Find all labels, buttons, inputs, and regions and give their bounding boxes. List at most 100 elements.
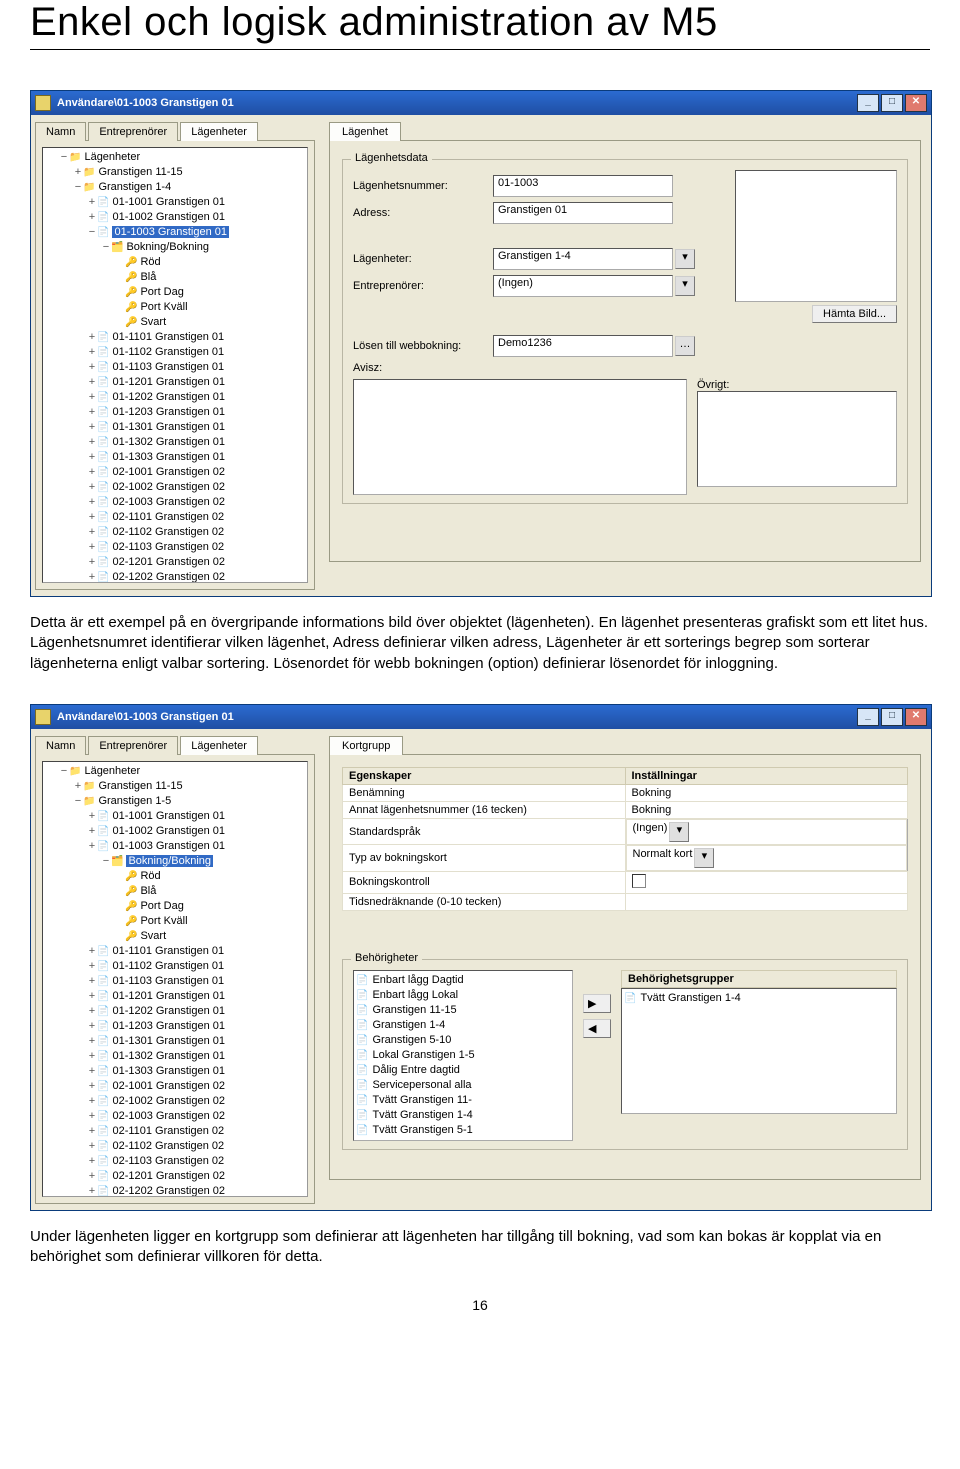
tree-item[interactable]: +02-1102 Granstigen 02 (87, 525, 305, 540)
list-item[interactable]: Granstigen 1-4 (356, 1018, 570, 1033)
tab-lagenheter[interactable]: Lägenheter (180, 122, 258, 141)
tree-key[interactable]: Blå (115, 270, 305, 285)
tree-key[interactable]: Port Kväll (115, 914, 305, 929)
chevron-down-icon[interactable]: ▾ (694, 848, 714, 868)
tree-item-selected[interactable]: 01-1003 Granstigen 01 (112, 226, 229, 238)
table-row[interactable]: Typ av bokningskortNormalt kort▾ (343, 845, 908, 872)
tree-item[interactable]: +01-1201 Granstigen 01 (87, 375, 305, 390)
list-item[interactable]: Enbart lågg Lokal (356, 988, 570, 1003)
tree-item[interactable]: +01-1001 Granstigen 01 (87, 809, 305, 824)
tree-key[interactable]: Svart (115, 929, 305, 944)
tree-item[interactable]: +01-1302 Granstigen 01 (87, 435, 305, 450)
tree-item[interactable]: +02-1003 Granstigen 02 (87, 1109, 305, 1124)
list-item[interactable]: Dålig Entre dagtid (356, 1063, 570, 1078)
maximize-button[interactable]: □ (881, 94, 903, 112)
tree-item[interactable]: +01-1202 Granstigen 01 (87, 390, 305, 405)
list-item[interactable]: Granstigen 5-10 (356, 1033, 570, 1048)
tree-key[interactable]: Röd (115, 869, 305, 884)
chevron-down-icon[interactable]: ▾ (675, 276, 695, 296)
maximize-button[interactable]: □ (881, 708, 903, 726)
tree-item[interactable]: +01-1202 Granstigen 01 (87, 1004, 305, 1019)
property-table[interactable]: Egenskaper Inställningar BenämningBoknin… (342, 767, 908, 911)
tree-item[interactable]: +01-1303 Granstigen 01 (87, 450, 305, 465)
table-row[interactable]: BenämningBokning (343, 784, 908, 801)
input-adress[interactable]: Granstigen 01 (493, 202, 673, 224)
tree-item[interactable]: +02-1003 Granstigen 02 (87, 495, 305, 510)
textarea-avisz[interactable] (353, 379, 687, 495)
tree-root[interactable]: Lägenheter (84, 151, 140, 163)
tree-kortgrupp[interactable]: Bokning/Bokning (126, 241, 209, 253)
list-available[interactable]: Enbart lågg DagtidEnbart lågg LokalGrans… (353, 970, 573, 1141)
tree-view[interactable]: −Lägenheter +Granstigen 11-15 −Granstige… (42, 147, 308, 583)
tree-item[interactable]: +01-1102 Granstigen 01 (87, 959, 305, 974)
select-lagenheter[interactable]: Granstigen 1-4 (493, 248, 673, 270)
titlebar[interactable]: Användare\01-1003 Granstigen 01 _ □ ✕ (31, 91, 931, 115)
tree-item[interactable]: +01-1203 Granstigen 01 (87, 1019, 305, 1034)
fetch-image-button[interactable]: Hämta Bild... (812, 305, 897, 323)
tab-lagenhet[interactable]: Lägenhet (329, 122, 401, 141)
list-item[interactable]: Tvätt Granstigen 1-4 (356, 1108, 570, 1123)
tab-entreprenorer[interactable]: Entreprenörer (88, 122, 178, 141)
tree-item[interactable]: +01-1101 Granstigen 01 (87, 944, 305, 959)
tree-view[interactable]: −Lägenheter +Granstigen 11-15 −Granstige… (42, 761, 308, 1197)
select-entre[interactable]: (Ingen) (493, 275, 673, 297)
tree-branch[interactable]: Granstigen 1-5 (98, 795, 171, 807)
tree-item[interactable]: +02-1103 Granstigen 02 (87, 540, 305, 555)
table-row[interactable]: Annat lägenhetsnummer (16 tecken)Bokning (343, 801, 908, 818)
tree-item[interactable]: +01-1001 Granstigen 01 (87, 195, 305, 210)
list-item[interactable]: Tvätt Granstigen 5-1 (356, 1123, 570, 1138)
close-button[interactable]: ✕ (905, 94, 927, 112)
tab-entreprenorer[interactable]: Entreprenörer (88, 736, 178, 755)
tree-key[interactable]: Röd (115, 255, 305, 270)
minimize-button[interactable]: _ (857, 94, 879, 112)
chevron-down-icon[interactable]: ▾ (669, 822, 689, 842)
tree-item[interactable]: +02-1002 Granstigen 02 (87, 480, 305, 495)
tree-item[interactable]: +02-1001 Granstigen 02 (87, 465, 305, 480)
tree-item[interactable]: +01-1303 Granstigen 01 (87, 1064, 305, 1079)
tree-item[interactable]: +01-1002 Granstigen 01 (87, 210, 305, 225)
tab-lagenheter[interactable]: Lägenheter (180, 736, 258, 755)
tree-item[interactable]: +02-1202 Granstigen 02 (87, 1184, 305, 1197)
checkbox[interactable] (632, 874, 646, 888)
tree-item[interactable]: +01-1203 Granstigen 01 (87, 405, 305, 420)
input-lghnr[interactable]: 01-1003 (493, 175, 673, 197)
list-item[interactable]: Tvätt Granstigen 11- (356, 1093, 570, 1108)
tree-root[interactable]: Lägenheter (84, 765, 140, 777)
list-item[interactable]: Lokal Granstigen 1-5 (356, 1048, 570, 1063)
tree-item[interactable]: +01-1301 Granstigen 01 (87, 1034, 305, 1049)
list-selected[interactable]: Tvätt Granstigen 1-4 (621, 988, 897, 1114)
tree-item[interactable]: +01-1103 Granstigen 01 (87, 974, 305, 989)
table-row[interactable]: Tidsnedräknande (0-10 tecken) (343, 893, 908, 910)
tree-item[interactable]: +01-1103 Granstigen 01 (87, 360, 305, 375)
tree-item[interactable]: +02-1201 Granstigen 02 (87, 555, 305, 570)
list-item[interactable]: Tvätt Granstigen 1-4 (624, 991, 894, 1006)
tree-item[interactable]: +01-1102 Granstigen 01 (87, 345, 305, 360)
tree-item[interactable]: +01-1301 Granstigen 01 (87, 420, 305, 435)
tree-key[interactable]: Port Dag (115, 285, 305, 300)
tree-item[interactable]: +01-1201 Granstigen 01 (87, 989, 305, 1004)
tree-key[interactable]: Port Dag (115, 899, 305, 914)
close-button[interactable]: ✕ (905, 708, 927, 726)
tab-namn[interactable]: Namn (35, 122, 86, 141)
tree-item[interactable]: +01-1302 Granstigen 01 (87, 1049, 305, 1064)
tree-branch[interactable]: Granstigen 11-15 (98, 780, 182, 792)
tree-item-selected[interactable]: Bokning/Bokning (126, 855, 213, 867)
tree-key[interactable]: Svart (115, 315, 305, 330)
tree-branch[interactable]: Granstigen 1-4 (98, 181, 171, 193)
textarea-ovrigt[interactable] (697, 391, 897, 487)
titlebar[interactable]: Användare\01-1003 Granstigen 01 _ □ ✕ (31, 705, 931, 729)
tree-item[interactable]: +01-1101 Granstigen 01 (87, 330, 305, 345)
lookup-icon[interactable]: … (675, 336, 695, 356)
chevron-down-icon[interactable]: ▾ (675, 249, 695, 269)
remove-button[interactable]: ◀ (583, 1019, 611, 1038)
tree-item[interactable]: +02-1102 Granstigen 02 (87, 1139, 305, 1154)
tree-item[interactable]: +01-1003 Granstigen 01 (87, 839, 305, 854)
tree-key[interactable]: Blå (115, 884, 305, 899)
tree-item[interactable]: +02-1002 Granstigen 02 (87, 1094, 305, 1109)
tab-kortgrupp[interactable]: Kortgrupp (329, 736, 403, 755)
tree-key[interactable]: Port Kväll (115, 300, 305, 315)
tree-item[interactable]: +02-1101 Granstigen 02 (87, 1124, 305, 1139)
add-button[interactable]: ▶ (583, 994, 611, 1013)
tree-item[interactable]: +02-1201 Granstigen 02 (87, 1169, 305, 1184)
tree-item[interactable]: +01-1002 Granstigen 01 (87, 824, 305, 839)
